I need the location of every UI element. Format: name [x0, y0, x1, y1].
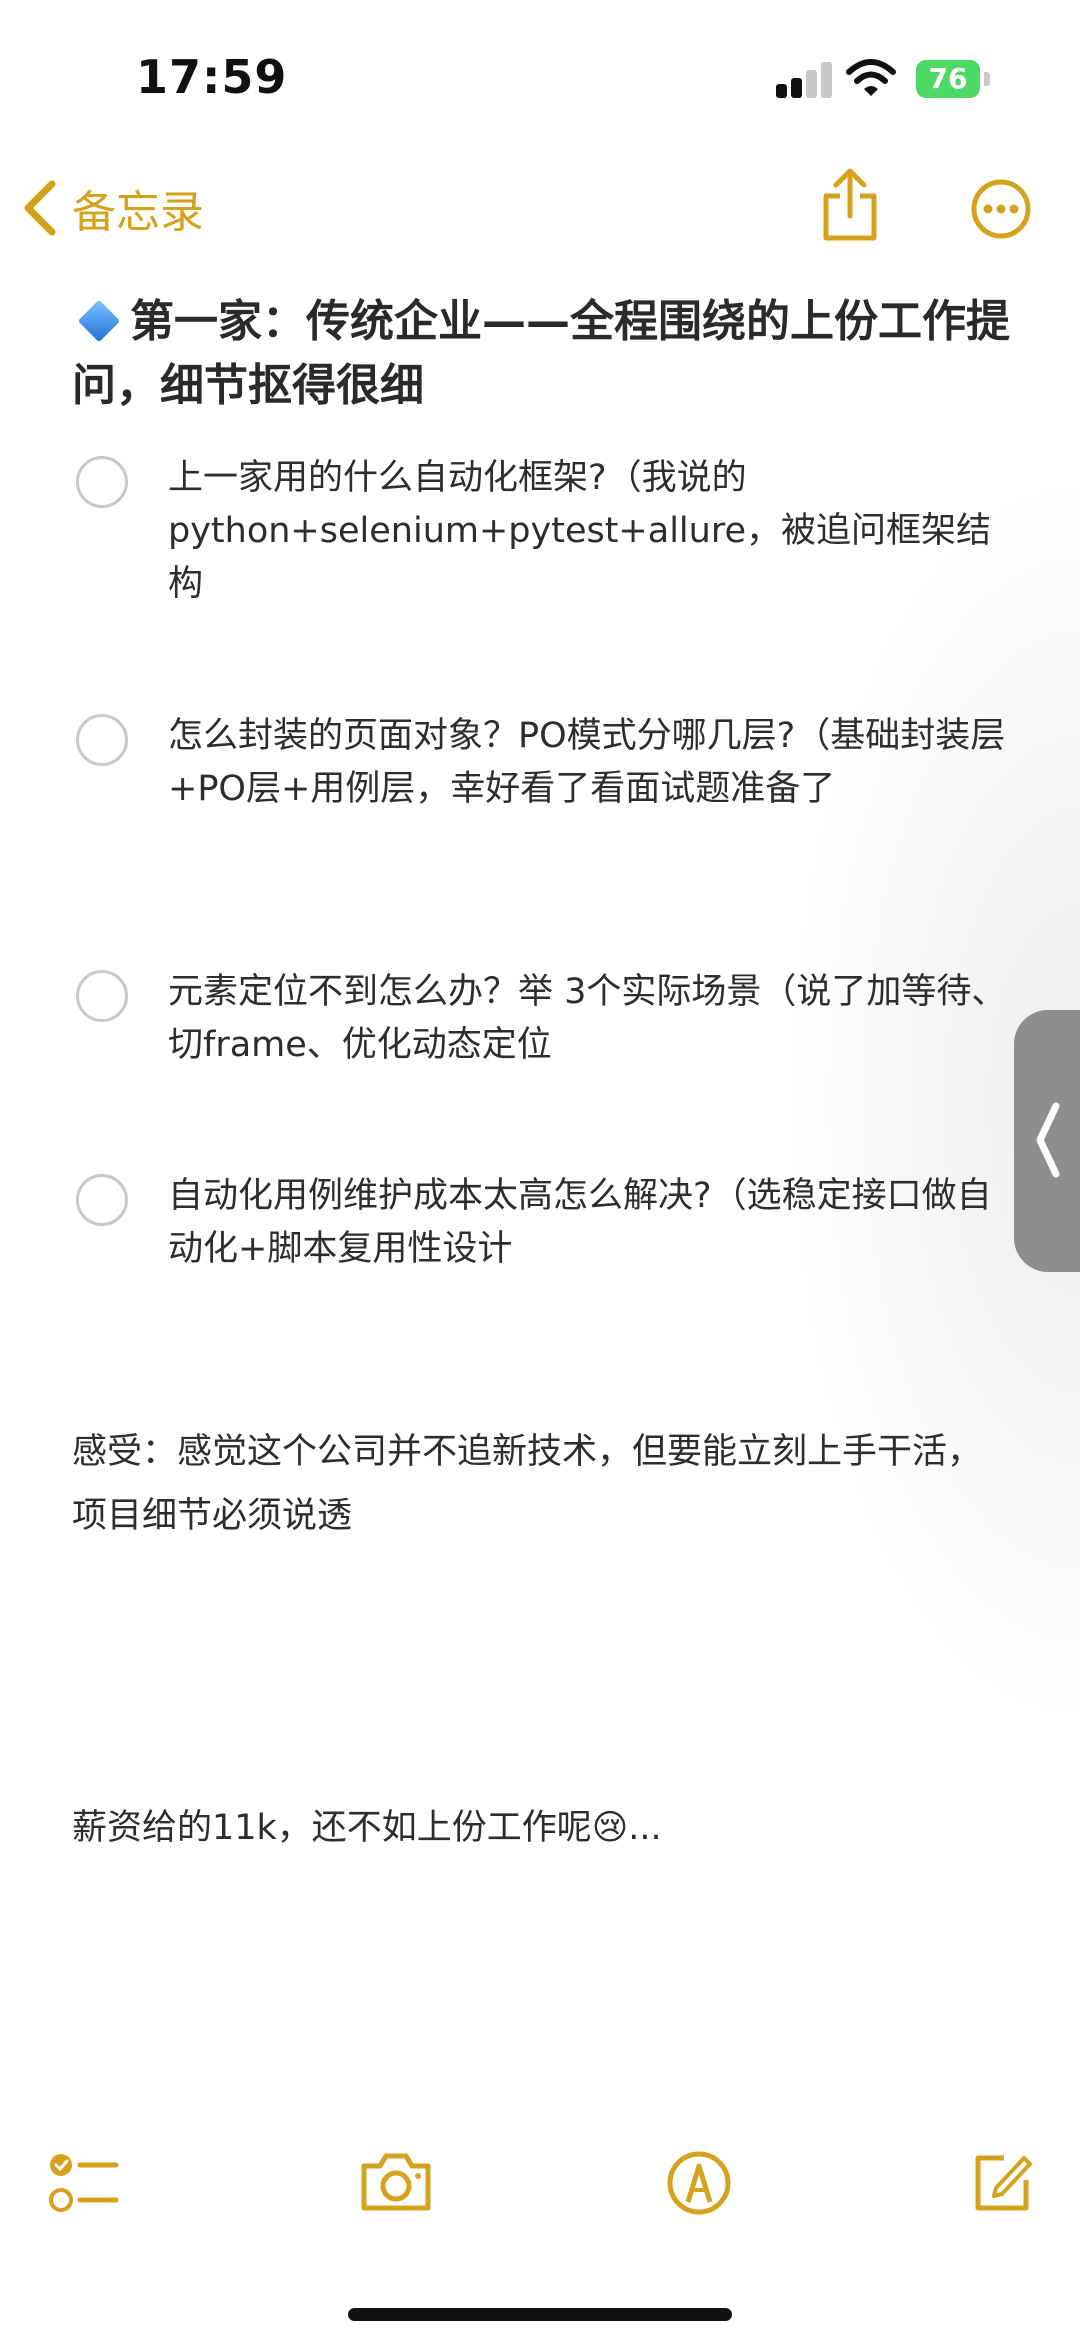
camera-icon [361, 2153, 431, 2211]
pen-circle-icon [667, 2151, 731, 2215]
checkbox-circle[interactable] [76, 970, 128, 1022]
ellipsis-circle-icon [971, 179, 1031, 239]
checklist-item-text: 怎么封装的页面对象？PO模式分哪几层?（基础封装层+PO层+用例层，幸好看了看面… [168, 716, 1006, 809]
checklist-icon [49, 2154, 119, 2212]
wifi-icon [846, 59, 896, 96]
checklist-item-text: 元素定位不到怎么办？举 3个实际场景（说了加等待、切frame、优化动态定位 [168, 972, 1007, 1065]
checklist-button[interactable] [48, 2150, 120, 2220]
share-icon [823, 168, 877, 241]
home-indicator[interactable] [348, 2308, 732, 2321]
compose-icon [975, 2155, 1032, 2211]
checklist-item-text: 上一家用的什么自动化框架?（我说的python+selenium+pytest+… [168, 458, 991, 604]
side-panel-handle[interactable] [1014, 1010, 1080, 1272]
cellular-signal-icon [776, 62, 832, 98]
checklist-item-text: 自动化用例维护成本太高怎么解决?（选稳定接口做自动化+脚本复用性设计 [168, 1176, 992, 1269]
battery-percent: 76 [928, 62, 968, 95]
markup-button[interactable] [666, 2150, 732, 2220]
note-paragraph-salary[interactable]: 薪资给的11k，还不如上份工作呢😢... [72, 1796, 1012, 1860]
chevron-left-icon [1036, 1102, 1060, 1178]
battery-tip [984, 72, 990, 86]
note-title-text: 第一家：传统企业——全程围绕的上份工作提问，细节抠得很细 [72, 296, 1010, 411]
share-button[interactable] [820, 168, 880, 246]
camera-button[interactable] [358, 2150, 434, 2218]
notes-screen: 17:59 76 备忘录 第一家：传统企业——全程围绕的上份工作提问，细节抠得很… [0, 0, 1080, 2341]
back-button-label: 备忘录 [72, 187, 204, 238]
compose-button[interactable] [970, 2150, 1034, 2218]
checkbox-circle[interactable] [76, 456, 128, 508]
status-time: 17:59 [136, 50, 288, 104]
note-paragraph-feeling[interactable]: 感受：感觉这个公司并不追新技术，但要能立刻上手干活，项目细节必须说透 [72, 1420, 1012, 1548]
back-button[interactable]: 备忘录 [22, 178, 204, 238]
checkbox-circle[interactable] [76, 714, 128, 766]
note-title[interactable]: 第一家：传统企业——全程围绕的上份工作提问，细节抠得很细 [72, 290, 1032, 418]
battery-level: 76 [916, 60, 980, 98]
blue-diamond-icon [77, 299, 121, 343]
more-button[interactable] [970, 178, 1032, 244]
checkbox-circle[interactable] [76, 1174, 128, 1226]
chevron-left-icon [24, 180, 56, 236]
